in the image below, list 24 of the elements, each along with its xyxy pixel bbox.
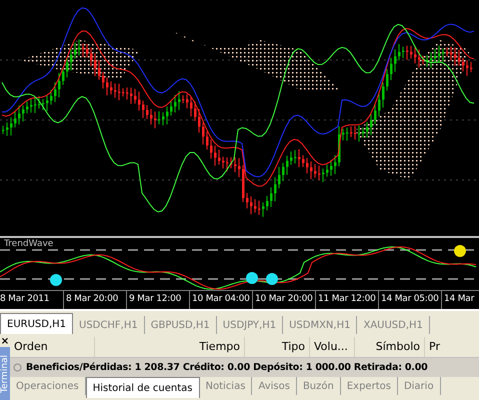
column-header[interactable]: Orden: [10, 337, 95, 357]
terminal-tab[interactable]: Avisos: [252, 377, 297, 395]
chart-tab[interactable]: XAUUSD,H1: [357, 316, 430, 334]
column-header[interactable]: Pr: [425, 337, 479, 357]
terminal-tab[interactable]: Noticias: [200, 377, 252, 395]
terminal-tab[interactable]: Diario: [398, 377, 441, 395]
time-axis-label: 8 Mar 2011: [0, 293, 50, 306]
column-header[interactable]: Tipo: [245, 337, 310, 357]
status-icon: [13, 363, 22, 372]
column-header[interactable]: Símbolo: [355, 337, 425, 357]
terminal-tab[interactable]: Historial de cuentas: [86, 377, 200, 398]
column-header[interactable]: Tiempo: [95, 337, 245, 357]
terminal-tab[interactable]: Buzón: [296, 377, 341, 395]
chart-tab[interactable]: EURUSD,H1: [0, 313, 74, 334]
chart-tab[interactable]: USDCHF,H1: [73, 316, 145, 334]
terminal-tab[interactable]: Expertos: [340, 377, 398, 395]
terminal-side-label: Terminal: [0, 347, 10, 400]
account-summary: Beneficios/Pérdidas: 1 208.37 Crédito: 0.00 Depósito: 1 000.00 Retirada: 0.00: [26, 362, 428, 373]
chart-tab[interactable]: USDJPY,H1: [216, 316, 284, 334]
column-header[interactable]: Volu...: [310, 337, 355, 357]
chart-tab[interactable]: USDMXN,H1: [283, 316, 358, 334]
indicator-title: TrendWave: [3, 239, 54, 249]
close-icon[interactable]: ×: [0, 337, 10, 347]
chart-tab[interactable]: GBPUSD,H1: [144, 316, 217, 334]
